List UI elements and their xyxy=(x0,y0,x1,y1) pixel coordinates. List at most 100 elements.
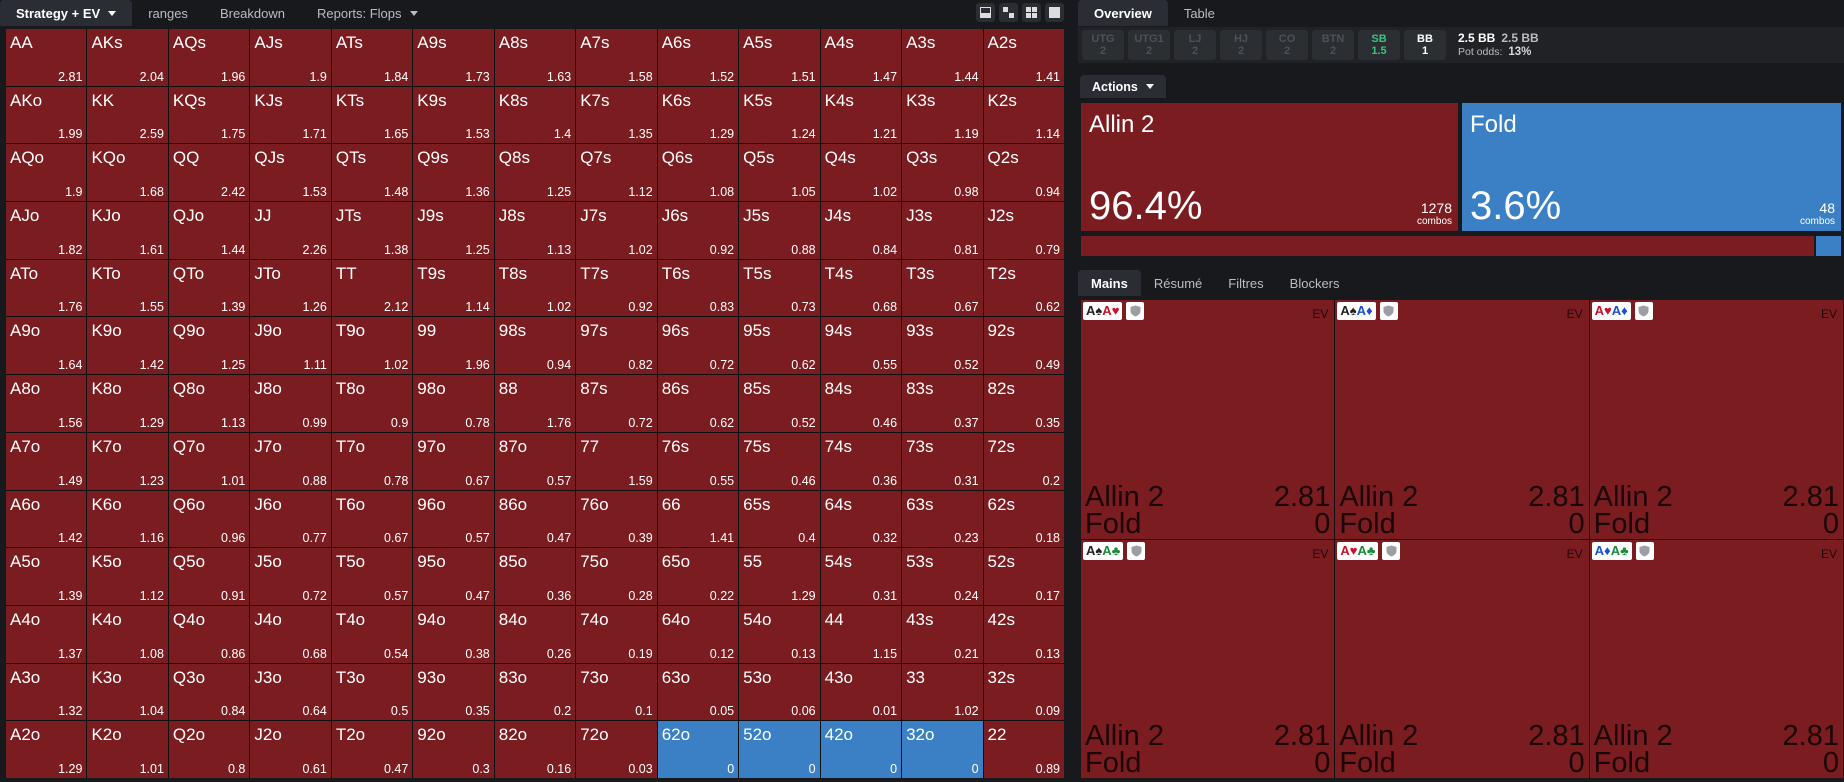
hand-cell[interactable]: 75o 0.28 xyxy=(576,548,657,605)
hand-cell[interactable]: 85o 0.36 xyxy=(494,548,576,605)
hand-cell[interactable]: JTo 1.26 xyxy=(250,259,331,317)
hand-cell[interactable]: AQo 1.9 xyxy=(6,144,87,202)
hand-cell[interactable]: A2o 1.29 xyxy=(6,721,87,778)
hand-cell[interactable]: K6o 1.16 xyxy=(87,490,168,548)
hand-cell[interactable]: 82o 0.16 xyxy=(494,721,576,778)
seat-hj[interactable]: HJ 2 xyxy=(1220,30,1262,60)
seat-utg1[interactable]: UTG1 2 xyxy=(1128,30,1170,60)
hand-cell[interactable]: J5o 0.72 xyxy=(250,548,331,605)
hand-cell[interactable]: A7s 1.58 xyxy=(576,29,657,86)
hand-cell[interactable]: K8s 1.4 xyxy=(494,86,576,144)
hand-cell[interactable]: 65o 0.22 xyxy=(657,548,739,605)
hand-cell[interactable]: T3s 0.67 xyxy=(902,259,983,317)
hand-cell[interactable]: TT 2.12 xyxy=(331,259,413,317)
hand-cell[interactable]: 87s 0.72 xyxy=(576,375,657,432)
hand-cell[interactable]: T2o 0.47 xyxy=(331,721,413,778)
hand-cell[interactable]: A9s 1.73 xyxy=(413,29,494,86)
seat-utg[interactable]: UTG 2 xyxy=(1082,30,1124,60)
hand-cell[interactable]: 43o 0.01 xyxy=(820,663,902,721)
hand-cell[interactable]: 66 1.41 xyxy=(657,490,739,548)
tab-overview[interactable]: Overview xyxy=(1078,0,1168,26)
hand-cell[interactable]: K5s 1.24 xyxy=(739,86,820,144)
hand-cell[interactable]: 77 1.59 xyxy=(576,432,657,490)
hand-cell[interactable]: T3o 0.5 xyxy=(331,663,413,721)
hand-cell[interactable]: K4o 1.08 xyxy=(87,605,168,663)
hand-cell[interactable]: 95o 0.47 xyxy=(413,548,494,605)
hand-cell[interactable]: 42s 0.13 xyxy=(983,605,1064,663)
hand-cell[interactable]: T7o 0.78 xyxy=(331,432,413,490)
hand-cell[interactable]: Q2o 0.8 xyxy=(168,721,250,778)
hand-cell[interactable]: QTs 1.48 xyxy=(331,144,413,202)
hand-cell[interactable]: T7s 0.92 xyxy=(576,259,657,317)
hand-cell[interactable]: 95s 0.62 xyxy=(739,317,820,375)
hand-cell[interactable]: A6o 1.42 xyxy=(6,490,87,548)
actions-dropdown-button[interactable]: Actions xyxy=(1080,75,1166,98)
hand-cell[interactable]: T4o 0.54 xyxy=(331,605,413,663)
hand-cell[interactable]: QJo 1.44 xyxy=(168,202,250,259)
hand-cell[interactable]: QJs 1.53 xyxy=(250,144,331,202)
tab-mains[interactable]: Mains xyxy=(1078,270,1141,296)
shield-icon[interactable] xyxy=(1126,302,1145,320)
hand-cell[interactable]: 63o 0.05 xyxy=(657,663,739,721)
hand-cell[interactable]: K5o 1.12 xyxy=(87,548,168,605)
hand-cell[interactable]: AKo 1.99 xyxy=(6,86,87,144)
hand-cell[interactable]: KQo 1.68 xyxy=(87,144,168,202)
hand-cell[interactable]: K4s 1.21 xyxy=(820,86,902,144)
hand-cell[interactable]: Q4o 0.86 xyxy=(168,605,250,663)
hand-cell[interactable]: 64o 0.12 xyxy=(657,605,739,663)
hand-cell[interactable]: 62s 0.18 xyxy=(983,490,1064,548)
hand-cell[interactable]: Q3s 0.98 xyxy=(902,144,983,202)
tab-breakdown[interactable]: Breakdown xyxy=(204,0,301,26)
hand-cell[interactable]: QQ 2.42 xyxy=(168,144,250,202)
hand-cell[interactable]: 33 1.02 xyxy=(902,663,983,721)
hand-cell[interactable]: A8o 1.56 xyxy=(6,375,87,432)
hand-cell[interactable]: 84s 0.46 xyxy=(820,375,902,432)
hand-cell[interactable]: 55 1.29 xyxy=(739,548,820,605)
hand-cell[interactable]: J8o 0.99 xyxy=(250,375,331,432)
hand-cell[interactable]: A5s 1.51 xyxy=(739,29,820,86)
hand-cell[interactable]: 93o 0.35 xyxy=(413,663,494,721)
seat-bb[interactable]: BB 1 xyxy=(1404,30,1446,60)
hand-cell[interactable]: K3s 1.19 xyxy=(902,86,983,144)
hand-cell[interactable]: K7s 1.35 xyxy=(576,86,657,144)
hand-cell[interactable]: 98o 0.78 xyxy=(413,375,494,432)
hand-cell[interactable]: A4s 1.47 xyxy=(820,29,902,86)
hand-cell[interactable]: J8s 1.13 xyxy=(494,202,576,259)
hand-cell[interactable]: A5o 1.39 xyxy=(6,548,87,605)
hand-cell[interactable]: Q7s 1.12 xyxy=(576,144,657,202)
hand-cell[interactable]: 43s 0.21 xyxy=(902,605,983,663)
hand-cell[interactable]: A8s 1.63 xyxy=(494,29,576,86)
tab-ranges[interactable]: ranges xyxy=(132,0,204,26)
combo-card[interactable]: A ♦ A ♣ EV Allin 2 2.81 Fold 0 xyxy=(1589,539,1843,778)
hand-cell[interactable]: J6s 0.92 xyxy=(657,202,739,259)
hand-cell[interactable]: K8o 1.29 xyxy=(87,375,168,432)
hand-cell[interactable]: 86o 0.47 xyxy=(494,490,576,548)
hand-cell[interactable]: J2o 0.61 xyxy=(250,721,331,778)
hand-cell[interactable]: AJs 1.9 xyxy=(250,29,331,86)
hand-cell[interactable]: K9s 1.53 xyxy=(413,86,494,144)
shield-icon[interactable] xyxy=(1635,541,1654,560)
hand-cell[interactable]: 97o 0.67 xyxy=(413,432,494,490)
hand-cell[interactable]: 54s 0.31 xyxy=(820,548,902,605)
hand-cell[interactable]: K2o 1.01 xyxy=(87,721,168,778)
hand-cell[interactable]: 98s 0.94 xyxy=(494,317,576,375)
hand-cell[interactable]: 32o 0 xyxy=(902,721,983,778)
hand-cell[interactable]: T8s 1.02 xyxy=(494,259,576,317)
hand-cell[interactable]: 97s 0.82 xyxy=(576,317,657,375)
hand-cell[interactable]: KQs 1.75 xyxy=(168,86,250,144)
hand-cell[interactable]: 72s 0.2 xyxy=(983,432,1064,490)
hand-cell[interactable]: 64s 0.32 xyxy=(820,490,902,548)
hand-cell[interactable]: 53o 0.06 xyxy=(739,663,820,721)
hand-cell[interactable]: KK 2.59 xyxy=(87,86,168,144)
hand-cell[interactable]: 96o 0.57 xyxy=(413,490,494,548)
hand-cell[interactable]: 84o 0.26 xyxy=(494,605,576,663)
shield-icon[interactable] xyxy=(1379,302,1398,320)
hand-cell[interactable]: 96s 0.72 xyxy=(657,317,739,375)
hand-cell[interactable]: A6s 1.52 xyxy=(657,29,739,86)
shield-icon[interactable] xyxy=(1382,541,1401,560)
hand-cell[interactable]: Q8o 1.13 xyxy=(168,375,250,432)
grid-pane-icon[interactable] xyxy=(1022,3,1041,22)
hand-cell[interactable]: JTs 1.38 xyxy=(331,202,413,259)
hand-cell[interactable]: T6s 0.83 xyxy=(657,259,739,317)
split-pane-icon[interactable] xyxy=(999,3,1018,22)
